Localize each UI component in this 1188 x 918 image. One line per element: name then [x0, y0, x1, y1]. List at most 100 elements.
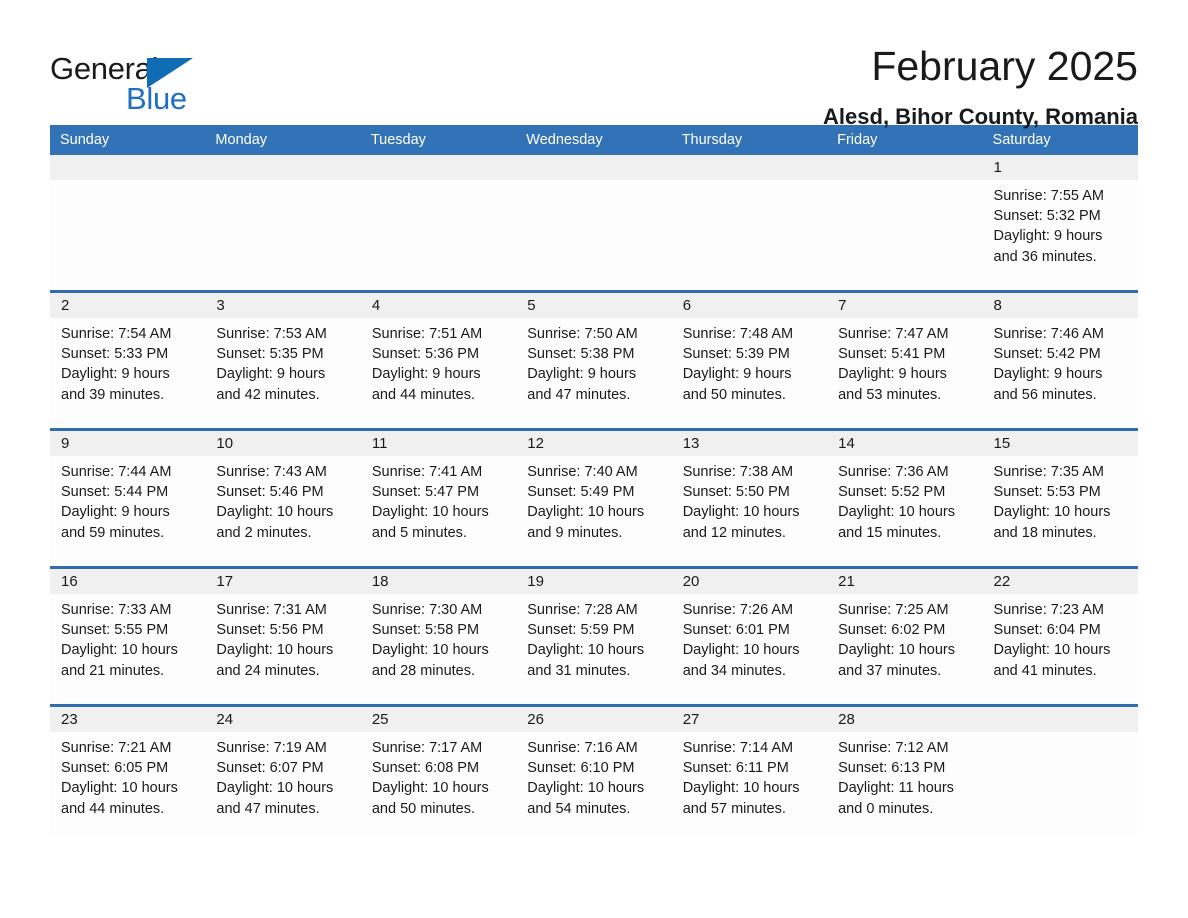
daylight-text-line2: and 53 minutes.	[838, 386, 942, 403]
day-number[interactable]: 20	[672, 569, 827, 594]
day-number[interactable]: 3	[205, 293, 360, 318]
day-cell[interactable]: Sunrise: 7:38 AM Sunset: 5:50 PM Daylight:…	[672, 456, 827, 566]
sunrise-text: Sunrise: 7:23 AM	[993, 602, 1104, 618]
day-number[interactable]: 28	[827, 707, 982, 732]
day-number[interactable]: 17	[205, 569, 360, 594]
day-number[interactable]: 12	[516, 431, 671, 456]
sunset-text: Sunset: 6:01 PM	[682, 622, 790, 639]
daylight-text-line1: Daylight: 10 hours	[61, 642, 178, 659]
day-number[interactable]: 13	[672, 431, 827, 456]
day-cell[interactable]: Sunrise: 7:43 AM Sunset: 5:46 PM Daylight:…	[205, 456, 360, 566]
day-cell[interactable]: Sunrise: 7:16 AM Sunset: 6:10 PM Daylight:…	[516, 732, 671, 836]
daylight-text-line2: and 37 minutes.	[838, 662, 942, 679]
daylight-text-line1: Daylight: 10 hours	[216, 642, 334, 659]
day-cell[interactable]: Sunrise: 7:23 AM Sunset: 6:04 PM Daylight:…	[983, 594, 1138, 704]
daylight-text-line1: Daylight: 10 hours	[216, 504, 334, 521]
day-number[interactable]: 18	[361, 569, 516, 594]
day-number[interactable]: 14	[827, 431, 982, 456]
day-number[interactable]: 25	[361, 707, 516, 732]
day-cell[interactable]: Sunrise: 7:30 AM Sunset: 5:58 PM Daylight:…	[361, 594, 516, 704]
day-number[interactable]: 23	[50, 707, 205, 732]
sunset-text: Sunset: 6:08 PM	[371, 760, 480, 777]
day-number-empty	[205, 155, 360, 180]
day-cell[interactable]: Sunrise: 7:53 AM Sunset: 5:35 PM Daylight:…	[205, 318, 360, 428]
day-cell[interactable]: Sunrise: 7:48 AM Sunset: 5:39 PM Daylight:…	[672, 318, 827, 428]
daylight-text-line1: Daylight: 10 hours	[993, 504, 1111, 521]
day-number[interactable]: 1	[983, 155, 1138, 180]
daylight-text-line1: Daylight: 10 hours	[993, 642, 1111, 659]
day-cell[interactable]: Sunrise: 7:12 AM Sunset: 6:13 PM Daylight:…	[827, 732, 982, 836]
day-cell[interactable]: Sunrise: 7:28 AM Sunset: 5:59 PM Daylight:…	[516, 594, 671, 704]
week-content-row: Sunrise: 7:44 AM Sunset: 5:44 PM Daylight:…	[50, 456, 1138, 566]
day-cell[interactable]: Sunrise: 7:41 AM Sunset: 5:47 PM Daylight:…	[361, 456, 516, 566]
day-number[interactable]: 9	[50, 431, 205, 456]
day-number[interactable]: 2	[50, 293, 205, 318]
daylight-text-line2: and 36 minutes.	[993, 248, 1097, 265]
day-number[interactable]: 8	[983, 293, 1138, 318]
day-number[interactable]: 10	[205, 431, 360, 456]
day-cell[interactable]: Sunrise: 7:46 AM Sunset: 5:42 PM Daylight:…	[983, 318, 1138, 428]
day-number[interactable]: 22	[983, 569, 1138, 594]
daylight-text-line1: Daylight: 9 hours	[993, 366, 1103, 383]
sunset-text: Sunset: 5:41 PM	[838, 346, 946, 363]
day-number[interactable]: 5	[516, 293, 671, 318]
sunset-text: Sunset: 6:13 PM	[838, 760, 946, 777]
daylight-text-line1: Daylight: 10 hours	[682, 504, 800, 521]
sunset-text: Sunset: 6:02 PM	[838, 622, 946, 639]
day-number[interactable]: 24	[205, 707, 360, 732]
daylight-text-line1: Daylight: 10 hours	[682, 642, 800, 659]
daylight-text-line2: and 21 minutes.	[61, 662, 165, 679]
daylight-text-line1: Daylight: 11 hours	[838, 780, 954, 797]
daylight-text-line2: and 42 minutes.	[216, 386, 320, 403]
weekday-header-thursday: Thursday	[681, 132, 743, 148]
sunset-text: Sunset: 5:38 PM	[527, 346, 635, 363]
sunrise-text: Sunrise: 7:26 AM	[682, 602, 794, 618]
day-number[interactable]: 7	[827, 293, 982, 318]
sunrise-text: Sunrise: 7:17 AM	[371, 740, 483, 756]
daylight-text-line2: and 5 minutes.	[371, 524, 467, 541]
sunrise-text: Sunrise: 7:46 AM	[993, 326, 1104, 342]
day-cell[interactable]: Sunrise: 7:25 AM Sunset: 6:02 PM Daylight:…	[827, 594, 982, 704]
day-number[interactable]: 27	[672, 707, 827, 732]
sunset-text: Sunset: 5:53 PM	[993, 484, 1101, 501]
week-content-row: Sunrise: 7:55 AM Sunset: 5:32 PM Daylight:…	[50, 180, 1138, 290]
day-cell[interactable]: Sunrise: 7:51 AM Sunset: 5:36 PM Daylight:…	[361, 318, 516, 428]
day-number[interactable]: 16	[50, 569, 205, 594]
day-cell[interactable]: Sunrise: 7:54 AM Sunset: 5:33 PM Daylight:…	[50, 318, 205, 428]
day-cell[interactable]: Sunrise: 7:50 AM Sunset: 5:38 PM Daylight:…	[516, 318, 671, 428]
day-cell[interactable]: Sunrise: 7:55 AM Sunset: 5:32 PM Daylight:…	[983, 180, 1138, 290]
weekday-header-row: Sunday Monday Tuesday Wednesday Thursday…	[50, 125, 1138, 155]
sunrise-text: Sunrise: 7:38 AM	[682, 464, 794, 480]
day-cell[interactable]: Sunrise: 7:17 AM Sunset: 6:08 PM Daylight:…	[361, 732, 516, 836]
sunrise-text: Sunrise: 7:16 AM	[527, 740, 638, 756]
day-number[interactable]: 19	[516, 569, 671, 594]
day-cell[interactable]: Sunrise: 7:21 AM Sunset: 6:05 PM Daylight:…	[50, 732, 205, 836]
sunrise-text: Sunrise: 7:30 AM	[371, 602, 483, 618]
day-cell[interactable]: Sunrise: 7:14 AM Sunset: 6:11 PM Daylight:…	[672, 732, 827, 836]
sunset-text: Sunset: 5:55 PM	[61, 622, 169, 639]
day-cell[interactable]: Sunrise: 7:26 AM Sunset: 6:01 PM Daylight:…	[672, 594, 827, 704]
day-cell[interactable]: Sunrise: 7:35 AM Sunset: 5:53 PM Daylight:…	[983, 456, 1138, 566]
sunset-text: Sunset: 5:39 PM	[682, 346, 790, 363]
day-number[interactable]: 15	[983, 431, 1138, 456]
day-number[interactable]: 21	[827, 569, 982, 594]
page-title: February 2025	[871, 43, 1138, 89]
day-cell[interactable]: Sunrise: 7:40 AM Sunset: 5:49 PM Daylight:…	[516, 456, 671, 566]
sunrise-text: Sunrise: 7:48 AM	[682, 326, 794, 342]
day-number[interactable]: 11	[361, 431, 516, 456]
day-cell[interactable]: Sunrise: 7:36 AM Sunset: 5:52 PM Daylight:…	[827, 456, 982, 566]
day-number[interactable]: 26	[516, 707, 671, 732]
day-cell[interactable]: Sunrise: 7:31 AM Sunset: 5:56 PM Daylight:…	[205, 594, 360, 704]
day-cell[interactable]: Sunrise: 7:44 AM Sunset: 5:44 PM Daylight:…	[50, 456, 205, 566]
sunrise-text: Sunrise: 7:55 AM	[993, 188, 1104, 204]
day-number[interactable]: 6	[672, 293, 827, 318]
daylight-text-line2: and 34 minutes.	[682, 662, 786, 679]
day-cell[interactable]: Sunrise: 7:33 AM Sunset: 5:55 PM Daylight:…	[50, 594, 205, 704]
weekday-header-monday: Monday	[215, 132, 268, 148]
day-cell[interactable]: Sunrise: 7:47 AM Sunset: 5:41 PM Daylight:…	[827, 318, 982, 428]
daylight-text-line1: Daylight: 10 hours	[838, 642, 955, 659]
general-blue-logo[interactable]: General Blue	[50, 52, 200, 122]
day-number-empty	[50, 155, 205, 180]
day-cell[interactable]: Sunrise: 7:19 AM Sunset: 6:07 PM Daylight:…	[205, 732, 360, 836]
day-number[interactable]: 4	[361, 293, 516, 318]
